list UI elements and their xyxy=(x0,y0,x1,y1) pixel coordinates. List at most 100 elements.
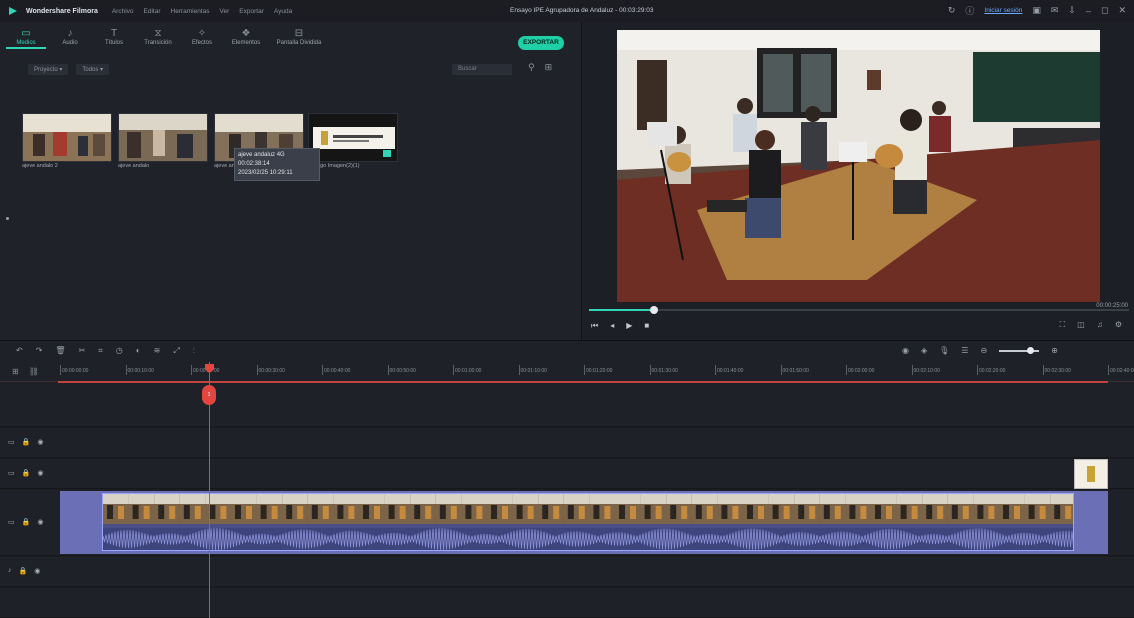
cut-icon[interactable]: ✂ xyxy=(79,346,86,356)
filter-icon[interactable]: ⚲ xyxy=(528,62,535,73)
lock-icon[interactable]: 🔒 xyxy=(22,469,31,477)
tab-split-screen[interactable]: ⊟ Pantalla Dividida xyxy=(270,28,328,49)
lock-icon[interactable]: 🔒 xyxy=(19,567,28,575)
tab-elements[interactable]: ❖ Elementos xyxy=(226,28,266,49)
info-icon[interactable]: ⓘ xyxy=(965,4,974,17)
media-filter-row: Proyecto ▾ Todos ▾ xyxy=(28,64,110,75)
login-link[interactable]: Iniciar sesión xyxy=(984,7,1022,14)
redo-icon[interactable]: ↷ xyxy=(36,346,43,356)
media-thumbnail[interactable] xyxy=(308,113,398,162)
track-row: ▭ 🔒 ◉ xyxy=(0,428,1134,458)
stop-icon[interactable]: ■ xyxy=(644,321,649,331)
visibility-icon[interactable]: ◉ xyxy=(37,438,43,446)
ruler-tick-label: 00:00:40:00 xyxy=(321,365,351,375)
settings-icon[interactable]: ⚙ xyxy=(1115,320,1122,330)
play-icon[interactable]: ▶ xyxy=(626,321,632,331)
link-icon[interactable]: ⛓ xyxy=(29,367,39,376)
visibility-icon[interactable]: ◉ xyxy=(37,518,43,526)
snapshot-icon[interactable]: ◫ xyxy=(1077,320,1085,330)
preview-panel: 00:00:25:00 ⏮ ◂ ▶ ■ ⛶ ◫ ♫ ⚙ xyxy=(583,22,1134,340)
step-back-icon[interactable]: ◂ xyxy=(610,321,614,331)
ruler-tick-label: 00:02:40:00 xyxy=(1107,365,1134,375)
zoom-slider[interactable] xyxy=(999,346,1040,354)
timeline-ruler[interactable]: ⊞ ⛓ 00:00:00:00 00:00:10:00 00:00:20:00 00:… xyxy=(0,362,1134,383)
voiceover-icon[interactable]: 🎙 xyxy=(939,346,949,355)
media-thumbnail[interactable] xyxy=(22,113,112,162)
minimize-icon[interactable]: – xyxy=(1086,6,1091,16)
speed-icon[interactable]: ◷ xyxy=(116,346,123,356)
refresh-icon[interactable]: ↻ xyxy=(948,5,956,16)
audio-track: ♪ 🔒 ◉ xyxy=(0,557,1134,587)
playhead-badge[interactable]: 1 xyxy=(202,385,216,405)
logo-clip[interactable] xyxy=(1074,459,1108,489)
video-clip[interactable] xyxy=(102,493,1074,551)
lock-icon[interactable]: 🔒 xyxy=(22,438,31,446)
mail-icon[interactable]: ✉ xyxy=(1051,5,1059,16)
zoom-in-icon[interactable]: ⊕ xyxy=(1051,346,1058,355)
export-button[interactable]: EXPORTAR xyxy=(518,36,564,50)
scrub-progress xyxy=(589,309,654,311)
audio-track-icon: ♪ xyxy=(8,567,12,574)
ruler-tick-label: 00:01:10:00 xyxy=(518,365,547,375)
menu-help[interactable]: Ayuda xyxy=(274,8,292,15)
track-header: ▭ 🔒 ◉ xyxy=(8,469,43,477)
menu-export[interactable]: Exportar xyxy=(239,8,264,15)
tab-titles[interactable]: T Títulos xyxy=(94,28,134,49)
menu-tools[interactable]: Herramientas xyxy=(171,8,210,15)
menu-file[interactable]: Archivo xyxy=(112,8,134,15)
scrub-handle[interactable] xyxy=(649,306,658,314)
ruler-tick-label: 00:01:30:00 xyxy=(649,365,678,375)
visibility-icon[interactable]: ◉ xyxy=(37,469,43,477)
ruler-tick-label: 00:02:00:00 xyxy=(845,365,875,375)
volume-icon[interactable]: ♫ xyxy=(1097,320,1103,330)
track-row: ▭ 🔒 ◉ xyxy=(0,459,1134,489)
fullscreen-icon[interactable]: ⛶ xyxy=(1060,320,1066,330)
media-item-label: ajeve andalo 2 xyxy=(22,163,58,169)
split-icon: ⊟ xyxy=(294,28,304,39)
menu-edit[interactable]: Editar xyxy=(144,8,161,15)
music-icon: ♪ xyxy=(67,28,73,39)
mixer-icon[interactable]: ☰ xyxy=(961,346,968,355)
close-icon[interactable]: ✕ xyxy=(1118,5,1126,16)
preview-scrub-bar[interactable] xyxy=(589,306,1129,314)
color-icon[interactable]: ◐ xyxy=(136,346,141,356)
tab-audio[interactable]: ♪ Audio xyxy=(50,28,90,49)
delete-icon[interactable]: 🗑 xyxy=(55,346,65,356)
ruler-tick-label: 00:00:30:00 xyxy=(256,365,285,375)
zoom-out-icon[interactable]: ⊖ xyxy=(980,346,987,355)
audio-split-icon[interactable]: ⫶ xyxy=(193,346,195,356)
clip-group[interactable] xyxy=(60,491,1108,554)
timeline-toolbar: ↶ ↷ 🗑 ✂ ⌗ ◷ ◐ ≋ ⤢ ⫶ ◉ ◈ 🎙 ☰ ⊖ ⊕ xyxy=(0,340,1134,362)
previous-frame-icon[interactable]: ⏮ xyxy=(591,321,598,331)
all-dropdown[interactable]: Todos ▾ xyxy=(76,64,110,75)
lock-icon[interactable]: 🔒 xyxy=(22,518,31,526)
fit-icon[interactable]: ⤢ xyxy=(173,346,179,356)
marker-icon[interactable]: ◈ xyxy=(921,346,927,355)
menu-view[interactable]: Ver xyxy=(220,8,230,15)
clip-frames-image xyxy=(103,494,1073,524)
grid-icon[interactable]: ⊞ xyxy=(545,62,553,73)
undo-icon[interactable]: ↶ xyxy=(16,346,23,356)
render-icon[interactable]: ◉ xyxy=(902,346,909,355)
tab-transition[interactable]: ⧖ Transición xyxy=(138,28,178,49)
crop-icon[interactable]: ⌗ xyxy=(98,346,103,356)
media-item-label: ajeve andalo xyxy=(118,163,150,169)
tab-effects[interactable]: ✧ Efectos xyxy=(182,28,222,49)
playback-controls: ⏮ ◂ ▶ ■ xyxy=(591,321,649,331)
ruler-tick-label: 00:01:40:00 xyxy=(714,365,744,375)
ruler-tick-label: 00:02:20:00 xyxy=(976,365,1006,375)
save-icon[interactable]: ▣ xyxy=(1032,5,1041,16)
media-thumbnail[interactable] xyxy=(118,113,208,162)
tab-media[interactable]: ▭ Medios xyxy=(6,28,46,49)
project-dropdown[interactable]: Proyecto ▾ xyxy=(28,64,69,75)
download-icon[interactable]: ⇩ xyxy=(1068,5,1076,16)
search-input[interactable]: Buscar xyxy=(452,64,512,75)
app-logo-icon xyxy=(6,4,20,18)
rehearsal-scene-image xyxy=(617,30,1100,302)
panel-resize-handle[interactable] xyxy=(6,217,9,220)
add-track-icon[interactable]: ⊞ xyxy=(12,367,19,376)
media-panel: ▭ Medios ♪ Audio T Títulos ⧖ Transición ✧ Efe… xyxy=(0,22,582,340)
mute-icon[interactable]: ◉ xyxy=(34,567,40,575)
maximize-icon[interactable]: ◻ xyxy=(1101,5,1108,16)
audio-adjust-icon[interactable]: ≋ xyxy=(154,346,161,356)
